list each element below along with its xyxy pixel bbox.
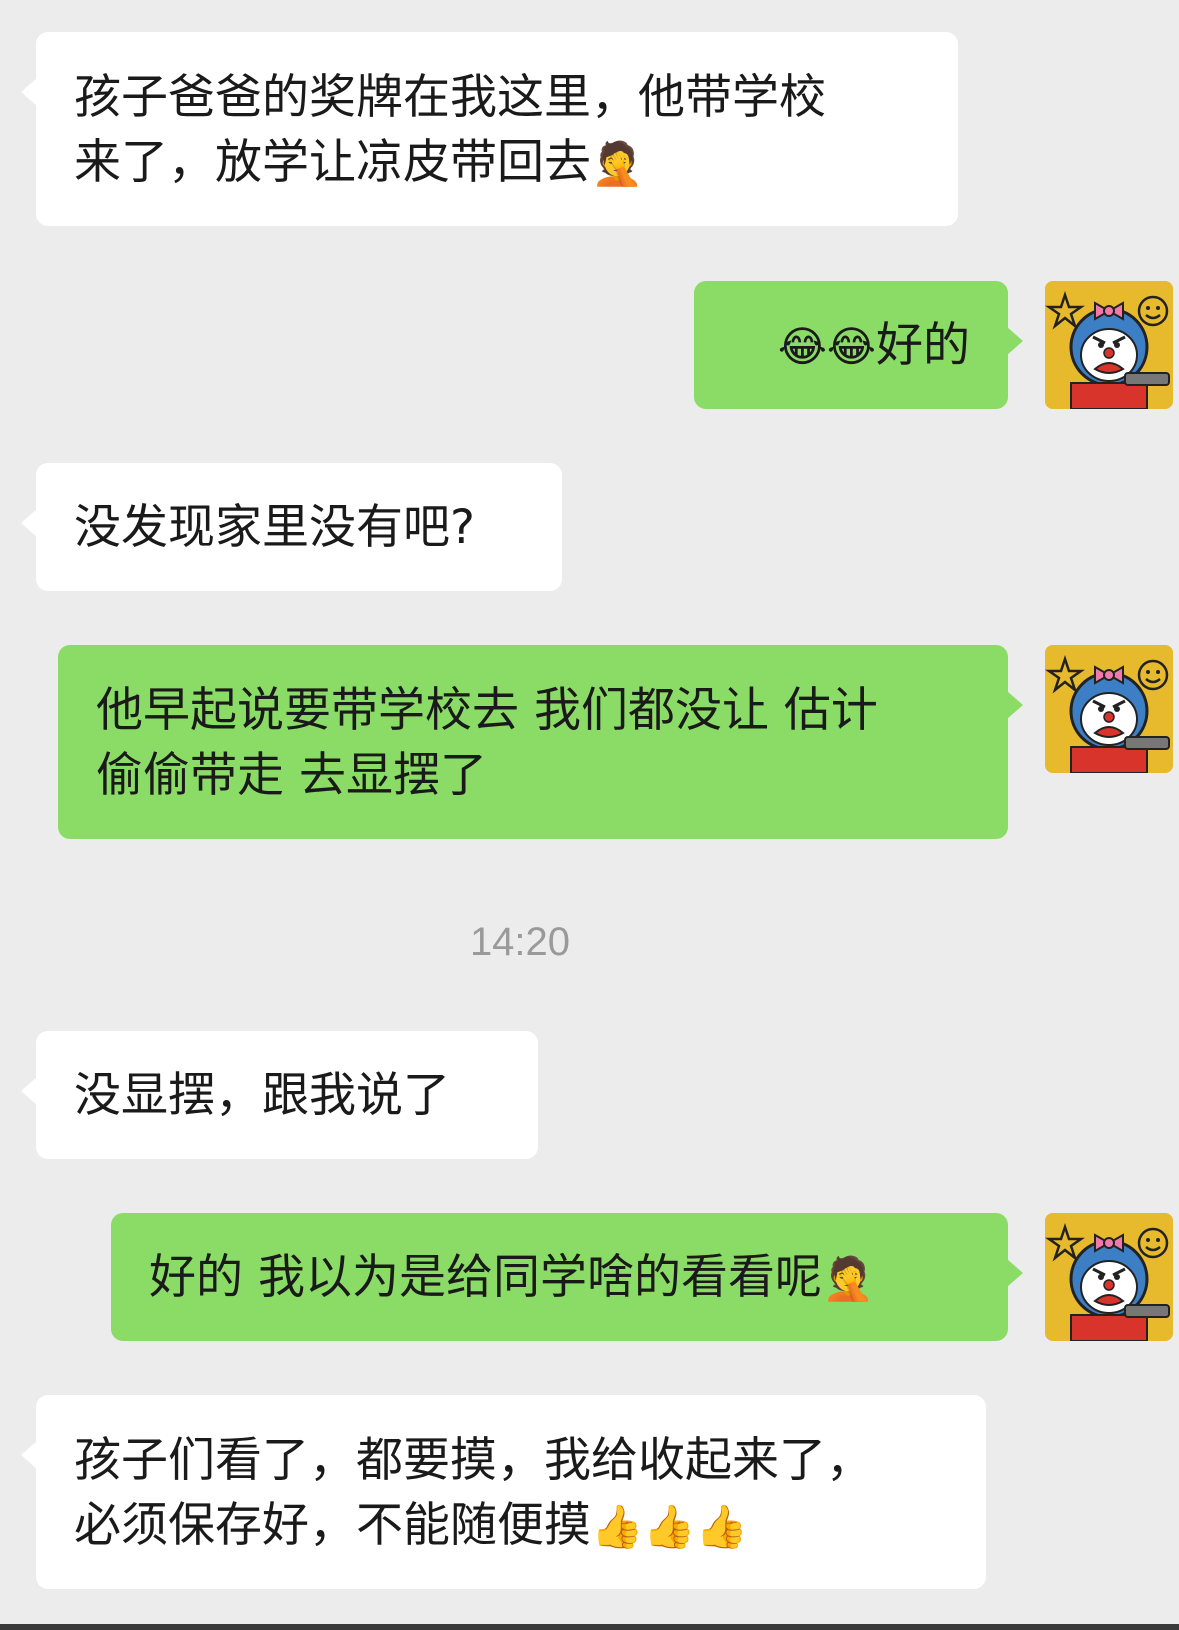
message-bubble-incoming[interactable]: 孩子们看了，都要摸，我给收起来了， 必须保存好，不能随便摸👍👍👍 (21, 1395, 986, 1589)
cartoon-avatar-icon (1045, 1213, 1173, 1341)
laughing-tears-emoji-icon: 😂😂 (777, 322, 876, 371)
message-bubble-incoming[interactable]: 没显摆，跟我说了 (21, 1031, 538, 1159)
message-timestamp: 14:20 (469, 920, 571, 964)
message-text: 没发现家里没有吧? (74, 500, 475, 555)
message-text: 好的 我以为是给同学啥的看看呢 (149, 1250, 822, 1305)
message-text-line: 必须保存好，不能随便摸 (74, 1498, 591, 1553)
message-text-line: 他早起说要带学校去 我们都没让 估计 (96, 683, 878, 738)
message-text-line: 来了，放学让凉皮带回去 (74, 135, 591, 190)
message-text: 没显摆，跟我说了 (74, 1068, 450, 1123)
message-text: 好的 (876, 318, 970, 373)
message-bubble-outgoing[interactable]: 好的 我以为是给同学啥的看看呢🤦 (111, 1213, 1023, 1341)
cartoon-avatar-icon (1045, 281, 1173, 409)
bottom-edge-bar (0, 1624, 1179, 1630)
message-bubble-incoming[interactable]: 没发现家里没有吧? (21, 463, 562, 591)
user-avatar[interactable] (1045, 1213, 1173, 1341)
user-avatar[interactable] (1045, 645, 1173, 773)
message-bubble-outgoing[interactable]: 他早起说要带学校去 我们都没让 估计 偷偷带走 去显摆了 (58, 645, 1023, 839)
facepalm-emoji-icon: 🤦 (821, 1254, 875, 1303)
message-bubble-outgoing[interactable]: 😂😂好的 (694, 281, 1023, 409)
message-text-line: 孩子爸爸的奖牌在我这里，他带学校 (74, 70, 826, 125)
cartoon-avatar-icon (1045, 645, 1173, 773)
facepalm-emoji-icon: 🤦 (591, 139, 644, 188)
user-avatar[interactable] (1045, 281, 1173, 409)
thumbs-up-emoji-icon: 👍👍👍 (591, 1502, 748, 1551)
message-bubble-incoming[interactable]: 孩子爸爸的奖牌在我这里，他带学校 来了，放学让凉皮带回去🤦 (21, 32, 958, 226)
message-text-line: 偷偷带走 去显摆了 (96, 748, 487, 803)
message-text-line: 孩子们看了，都要摸，我给收起来了， (74, 1433, 873, 1488)
